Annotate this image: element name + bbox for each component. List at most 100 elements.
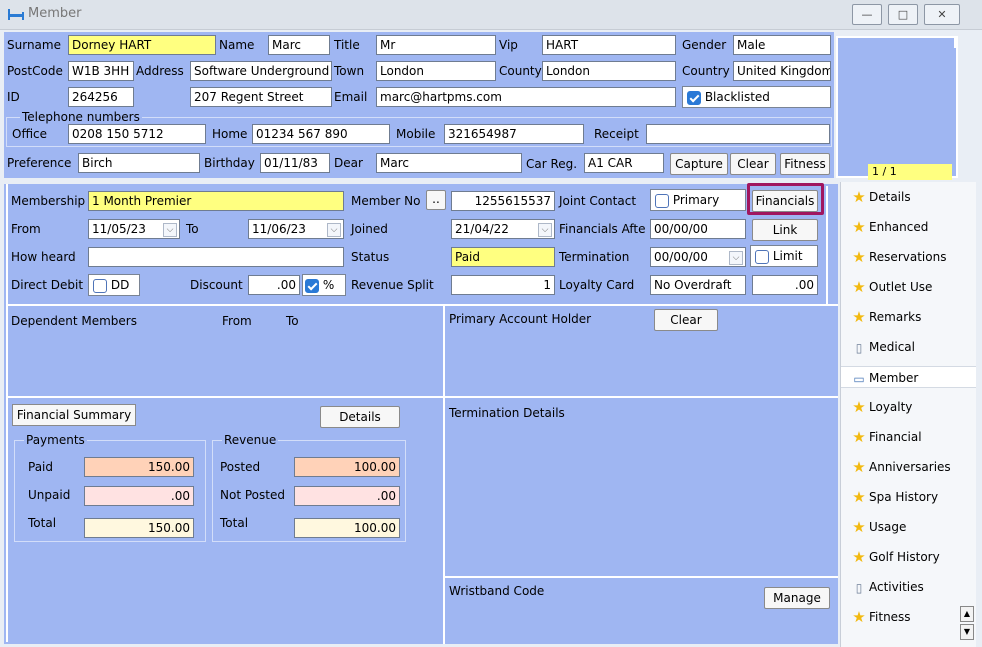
chevron-down-icon[interactable]: ⌵	[163, 223, 177, 237]
address-line2-field[interactable]: 207 Regent Street	[190, 87, 332, 107]
maximize-button[interactable]: □	[888, 4, 918, 25]
termination-date-field[interactable]: 00/00/00 ⌵	[650, 247, 746, 267]
paid-field[interactable]: 150.00	[84, 457, 194, 477]
payments-total-field[interactable]: 150.00	[84, 518, 194, 538]
posted-label: Posted	[220, 460, 261, 474]
discount-label: Discount	[190, 278, 243, 292]
minimize-button[interactable]: —	[852, 4, 882, 25]
sidebar-item-member[interactable]: ▭ Member	[841, 366, 976, 388]
gender-field[interactable]: Male	[733, 35, 831, 55]
member-photo[interactable]	[836, 36, 958, 178]
vip-label: Vip	[499, 38, 518, 52]
sidebar-item-spa-history[interactable]: ★ Spa History	[849, 486, 938, 508]
percent-checkbox[interactable]: %	[302, 274, 346, 296]
manage-button[interactable]: Manage	[764, 587, 830, 609]
capture-button[interactable]: Capture	[670, 153, 728, 175]
financials-button[interactable]: Financials	[752, 190, 818, 212]
name-field[interactable]: Marc	[268, 35, 330, 55]
memberno-field[interactable]: 1255615537	[451, 191, 555, 211]
sidebar-item-reservations[interactable]: ★ Reservations	[849, 246, 946, 268]
dear-field[interactable]: Marc	[376, 153, 522, 173]
checkbox-unchecked-icon	[655, 193, 669, 208]
sidebar-item-medical[interactable]: ▯ Medical	[849, 336, 915, 358]
sidebar-item-fitness[interactable]: ★ Fitness	[849, 606, 910, 628]
office-phone-field[interactable]: 0208 150 5712	[68, 124, 206, 144]
to-date-field[interactable]: 11/06/23 ⌵	[248, 219, 344, 239]
not-posted-field[interactable]: .00	[294, 486, 400, 506]
star-icon: ★	[852, 308, 866, 326]
discount-field[interactable]: .00	[248, 275, 300, 295]
home-phone-field[interactable]: 01234 567 890	[252, 124, 390, 144]
mobile-field[interactable]: 321654987	[444, 124, 584, 144]
details-button[interactable]: Details	[320, 406, 400, 428]
document-icon: ▯	[855, 581, 863, 595]
checkbox-unchecked-icon	[755, 249, 769, 264]
gender-label: Gender	[682, 38, 727, 52]
blacklisted-checkbox[interactable]: Blacklisted	[682, 86, 831, 108]
id-field[interactable]: 264256	[68, 87, 134, 107]
preference-field[interactable]: Birch	[78, 153, 200, 173]
divider	[444, 576, 838, 578]
joined-label: Joined	[351, 222, 388, 236]
photo-scroll-thumb[interactable]	[954, 36, 958, 48]
financials-after-field[interactable]: 00/00/00	[650, 219, 746, 239]
address-line1-field[interactable]: Software Underground	[190, 61, 332, 81]
loyalty-value-field[interactable]: .00	[752, 275, 818, 295]
link-button[interactable]: Link	[752, 219, 818, 241]
scroll-down-button[interactable]: ▼	[960, 624, 974, 640]
vip-field[interactable]: HART	[542, 35, 676, 55]
limit-checkbox[interactable]: Limit	[750, 245, 818, 267]
close-button[interactable]: ✕	[924, 4, 960, 25]
receipt-field[interactable]	[646, 124, 830, 144]
chevron-down-icon[interactable]: ⌵	[729, 251, 743, 265]
sidebar-item-enhanced[interactable]: ★ Enhanced	[849, 216, 928, 238]
memberno-lookup-button[interactable]: ..	[426, 190, 446, 210]
payments-label: Payments	[24, 431, 87, 449]
postcode-field[interactable]: W1B 3HH	[68, 61, 134, 81]
sidebar-item-usage[interactable]: ★ Usage	[849, 516, 906, 538]
from-date-field[interactable]: 11/05/23 ⌵	[88, 219, 180, 239]
membership-field[interactable]: 1 Month Premier	[88, 191, 344, 211]
chevron-down-icon[interactable]: ⌵	[327, 223, 341, 237]
town-field[interactable]: London	[376, 61, 496, 81]
unpaid-field[interactable]: .00	[84, 486, 194, 506]
percent-label: %	[322, 278, 335, 292]
loyalty-card-field[interactable]: No Overdraft	[650, 275, 746, 295]
sidebar-item-activities[interactable]: ▯ Activities	[849, 576, 924, 598]
status-field[interactable]: Paid	[451, 247, 555, 267]
primary-checkbox[interactable]: Primary	[650, 189, 746, 211]
scroll-up-button[interactable]: ▲	[960, 606, 974, 622]
star-icon: ★	[852, 608, 866, 626]
divider	[6, 304, 838, 306]
sidebar-item-golf-history[interactable]: ★ Golf History	[849, 546, 939, 568]
clear-photo-button[interactable]: Clear	[730, 153, 776, 175]
paid-label: Paid	[28, 460, 54, 474]
sidebar-item-remarks[interactable]: ★ Remarks	[849, 306, 921, 328]
how-heard-field[interactable]	[88, 247, 344, 267]
financial-summary-button[interactable]: Financial Summary	[12, 404, 136, 426]
fitness-button[interactable]: Fitness	[780, 153, 830, 175]
title-field[interactable]: Mr	[376, 35, 496, 55]
joined-date-field[interactable]: 21/04/22 ⌵	[451, 219, 555, 239]
sidebar-item-financial[interactable]: ★ Financial	[849, 426, 921, 448]
surname-field[interactable]: Dorney HART	[68, 35, 216, 55]
chevron-down-icon[interactable]: ⌵	[538, 223, 552, 237]
termination-label: Termination	[559, 250, 630, 264]
email-field[interactable]: marc@hartpms.com	[376, 87, 676, 107]
revenue-total-field[interactable]: 100.00	[294, 518, 400, 538]
limit-label: Limit	[772, 249, 803, 263]
sidebar-item-details[interactable]: ★ Details	[849, 186, 910, 208]
revenue-split-field[interactable]: 1	[451, 275, 555, 295]
membership-label: Membership	[11, 194, 86, 208]
county-field[interactable]: London	[542, 61, 676, 81]
dd-checkbox[interactable]: DD	[88, 274, 140, 296]
joint-contact-label: Joint Contact	[559, 194, 637, 208]
carreg-field[interactable]: A1 CAR	[584, 153, 664, 173]
country-field[interactable]: United Kingdom	[733, 61, 831, 81]
sidebar-item-outlet-use[interactable]: ★ Outlet Use	[849, 276, 932, 298]
clear-primary-button[interactable]: Clear	[654, 309, 718, 331]
sidebar-item-loyalty[interactable]: ★ Loyalty	[849, 396, 912, 418]
sidebar-item-anniversaries[interactable]: ★ Anniversaries	[849, 456, 950, 478]
birthday-field[interactable]: 01/11/83	[260, 153, 330, 173]
posted-field[interactable]: 100.00	[294, 457, 400, 477]
